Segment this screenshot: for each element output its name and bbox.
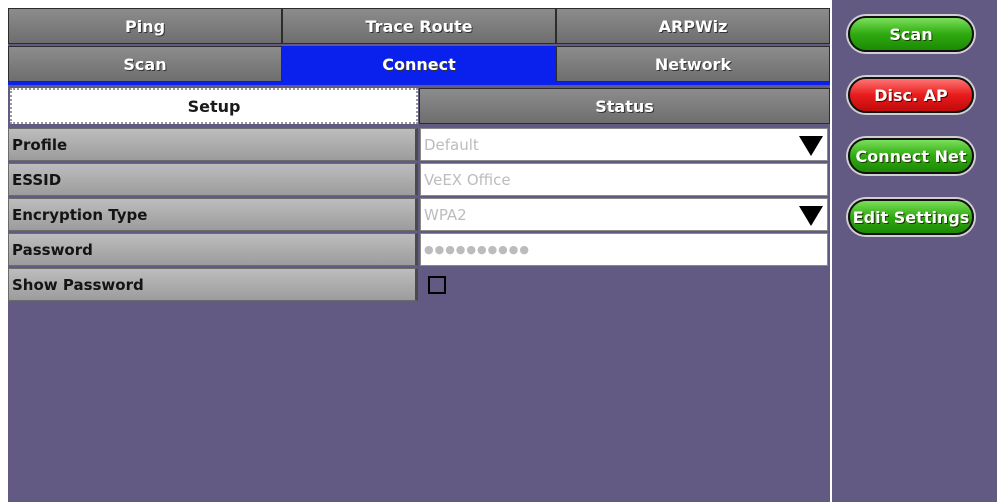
show-password-row: Show Password	[8, 268, 830, 302]
encryption-type-label: Encryption Type	[8, 198, 418, 231]
disc-ap-button[interactable]: Disc. AP	[848, 77, 974, 113]
essid-row: ESSID VeEX Office	[8, 163, 830, 197]
tab-network[interactable]: Network	[556, 46, 830, 82]
tab-scan[interactable]: Scan	[8, 46, 282, 82]
main-panel: Ping Trace Route ARPWiz Scan Connect Net…	[8, 8, 830, 502]
profile-select[interactable]: Default	[420, 128, 828, 161]
essid-field[interactable]: VeEX Office	[420, 163, 828, 196]
dropdown-arrow-icon[interactable]	[799, 136, 823, 156]
subtab-status[interactable]: Status	[419, 88, 830, 124]
encryption-row: Encryption Type WPA2	[8, 198, 830, 232]
password-field[interactable]: ●●●●●●●●●●	[420, 233, 828, 266]
edit-settings-button[interactable]: Edit Settings	[848, 199, 974, 235]
scan-button[interactable]: Scan	[848, 16, 974, 52]
dropdown-arrow-icon[interactable]	[799, 206, 823, 226]
connect-net-button[interactable]: Connect Net	[848, 138, 974, 174]
encryption-type-value: WPA2	[424, 205, 467, 224]
encryption-type-select[interactable]: WPA2	[420, 198, 828, 231]
password-row: Password ●●●●●●●●●●	[8, 233, 830, 267]
tab-trace-route[interactable]: Trace Route	[282, 8, 556, 44]
button-rail: Scan Disc. AP Connect Net Edit Settings	[832, 0, 997, 502]
tab-ping[interactable]: Ping	[8, 8, 282, 44]
essid-label: ESSID	[8, 163, 418, 196]
tab-connect[interactable]: Connect	[282, 46, 556, 82]
tab-arpwiz[interactable]: ARPWiz	[556, 8, 830, 44]
active-tab-underline	[8, 82, 830, 85]
show-password-checkbox[interactable]	[428, 276, 446, 294]
profile-label: Profile	[8, 128, 418, 161]
password-label: Password	[8, 233, 418, 266]
subtab-setup[interactable]: Setup	[10, 88, 418, 124]
show-password-label: Show Password	[8, 268, 418, 301]
profile-row: Profile Default	[8, 128, 830, 162]
profile-value: Default	[424, 135, 479, 154]
